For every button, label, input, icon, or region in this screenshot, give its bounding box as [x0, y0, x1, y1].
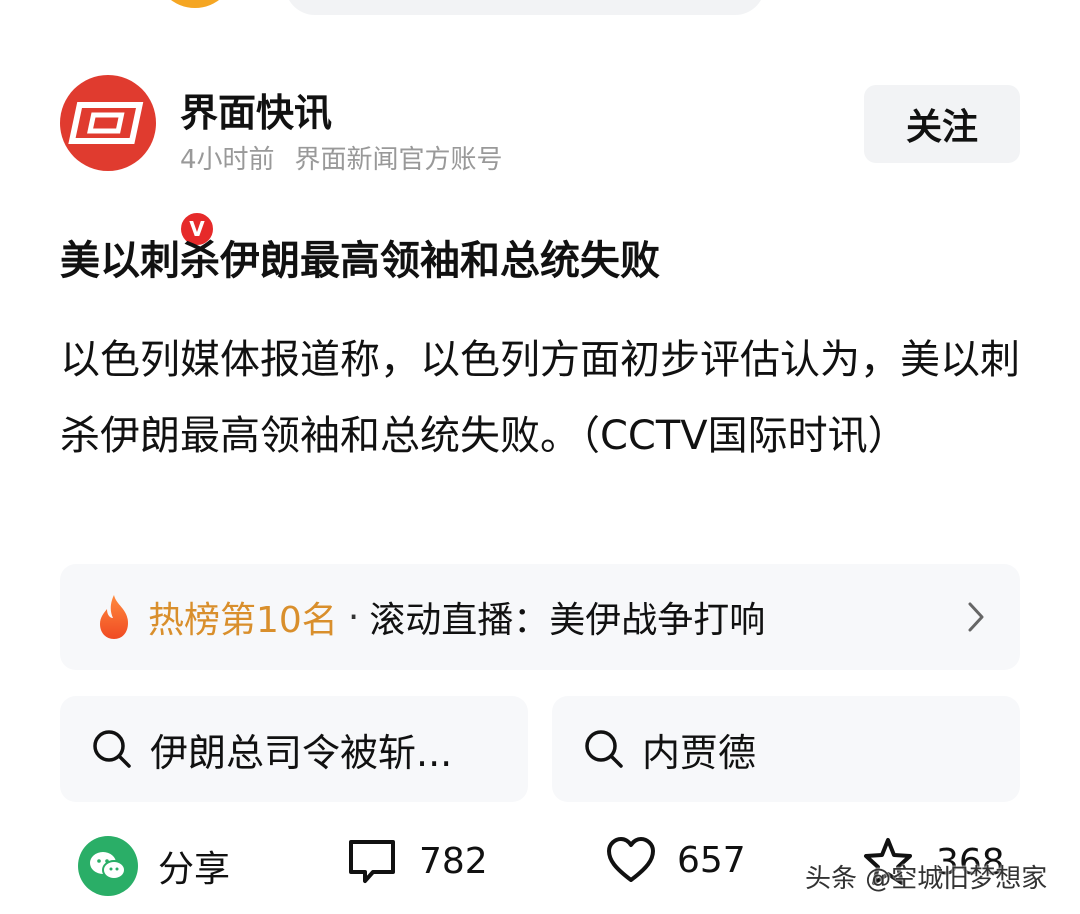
hot-separator: · — [347, 596, 360, 638]
author-avatar[interactable]: V — [60, 75, 216, 248]
post-title[interactable]: 美以刺杀伊朗最高领袖和总统失败 — [60, 228, 1020, 286]
chevron-right-icon — [968, 602, 984, 632]
jiemian-logo-icon — [68, 102, 144, 144]
search-icon — [93, 730, 131, 768]
related-search-chip[interactable]: 内贾德 — [552, 696, 1020, 802]
author-name[interactable]: 界面快讯 — [180, 82, 332, 137]
author-description: 界面新闻官方账号 — [294, 145, 503, 175]
related-search-chip[interactable]: 伊朗总司令被斩... — [60, 696, 528, 802]
author-meta: 4小时前 界面新闻官方账号 — [180, 139, 503, 176]
top-search-partial[interactable] — [285, 0, 765, 15]
comment-icon — [349, 840, 395, 883]
post-time: 4小时前 — [180, 145, 275, 175]
top-avatar-partial — [155, 0, 235, 8]
related-search-text: 内贾德 — [642, 730, 757, 775]
heart-icon — [607, 837, 655, 882]
like-count: 657 — [677, 839, 746, 881]
search-icon — [585, 730, 623, 768]
wechat-icon — [78, 836, 138, 896]
hot-list-bar[interactable]: 热榜第10名 · 滚动直播：美伊战争打响 — [60, 564, 1020, 670]
hot-rank: 热榜第10名 — [148, 600, 338, 641]
fire-icon — [100, 595, 128, 639]
comment-count: 782 — [419, 840, 488, 882]
comment-button[interactable]: 782 — [345, 836, 488, 886]
follow-button[interactable]: 关注 — [864, 85, 1020, 163]
watermark: 头条 @空城旧梦想家 — [805, 864, 1048, 894]
post-body[interactable]: 以色列媒体报道称，以色列方面初步评估认为，美以刺杀伊朗最高领袖和总统失败。（CC… — [60, 322, 1020, 474]
hot-topic: 滚动直播：美伊战争打响 — [369, 600, 766, 641]
like-button[interactable]: 657 — [605, 836, 746, 884]
related-search-text: 伊朗总司令被斩... — [150, 730, 453, 775]
share-label: 分享 — [158, 849, 231, 890]
share-button[interactable]: 分享 — [78, 836, 230, 896]
